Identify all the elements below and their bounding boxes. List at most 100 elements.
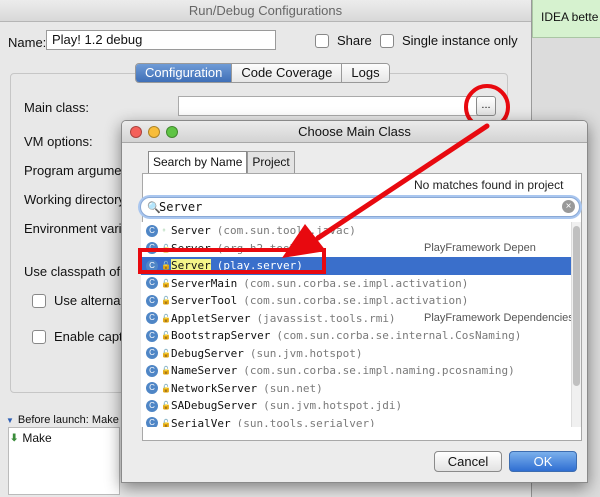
public-icon: 🔓 [161, 401, 171, 411]
use-alternative-jre-option[interactable]: Use alternativ [32, 293, 133, 308]
class-package: (sun.jvm.hotspot) [249, 346, 363, 360]
single-instance-checkbox[interactable] [380, 33, 394, 48]
public-icon: 🔓 [161, 418, 171, 427]
list-item[interactable]: C 🔓 NameServer (com.sun.corba.se.impl.namin… [141, 362, 571, 380]
share-label: Share [337, 33, 372, 48]
class-name: ServerMain [171, 276, 238, 290]
scrollbar-thumb[interactable] [573, 226, 580, 386]
clear-icon[interactable]: × [562, 200, 575, 213]
tab-logs[interactable]: Logs [341, 64, 389, 82]
public-icon: 🔓 [161, 348, 171, 358]
list-item[interactable]: C 🔓 ServerTool (com.sun.corba.se.impl.activ… [141, 292, 571, 310]
list-item[interactable]: C ◦ Server (com.sun.tools.javac) [141, 222, 571, 240]
use-classpath-label: Use classpath of [24, 264, 121, 279]
status-text: No matches found in project [414, 178, 564, 192]
environment-variables-label: Environment varia [24, 221, 129, 236]
list-item[interactable]: C 🔓 BootstrapServer (com.sun.corba.se.inter… [141, 327, 571, 345]
program-arguments-label: Program argumen [24, 163, 129, 178]
before-launch-header[interactable]: ▼ Before launch: Make [6, 414, 119, 426]
single-instance-label: Single instance only [402, 33, 518, 48]
choose-main-class-dialog: Choose Main Class Search by Name Project… [121, 120, 588, 483]
tooltip-snippet: IDEA bette [532, 0, 600, 38]
ok-button[interactable]: OK [509, 451, 577, 472]
window-title: Run/Debug Configurations [0, 0, 531, 22]
class-package: (sun.jvm.hotspot.jdi) [263, 399, 403, 413]
make-label: Make [22, 431, 52, 445]
minimize-window-icon[interactable] [148, 126, 160, 138]
class-name: SADebugServer [171, 399, 258, 413]
public-icon: 🔓 [161, 278, 171, 288]
public-icon: 🔓 [161, 296, 171, 306]
public-icon: 🔓 [161, 313, 171, 323]
class-package: (com.sun.corba.se.impl.activation) [243, 276, 469, 290]
sort-icon: ⬇ [10, 432, 19, 444]
scrollbar[interactable] [571, 222, 581, 427]
class-package: (sun.net) [263, 381, 323, 395]
enable-capture-option[interactable]: Enable captur [32, 329, 134, 344]
tab-project[interactable]: Project [247, 151, 295, 173]
class-name: NetworkServer [171, 381, 258, 395]
class-icon: C [146, 312, 158, 325]
main-class-label: Main class: [24, 100, 90, 115]
search-input[interactable]: 🔍 Server × [140, 197, 580, 217]
list-item[interactable]: C 🔓 DebugServer (sun.jvm.hotspot) [141, 345, 571, 363]
tab-code-coverage[interactable]: Code Coverage [231, 64, 342, 82]
package-private-icon: ◦ [161, 226, 167, 236]
library-name: PlayFramework Depen [424, 242, 536, 255]
close-window-icon[interactable] [130, 126, 142, 138]
public-icon: 🔓 [161, 366, 171, 376]
working-directory-label: Working directory [24, 192, 125, 207]
use-alternative-checkbox[interactable] [32, 293, 46, 308]
annotation-highlight-box [138, 248, 326, 274]
library-name: PlayFramework Dependencies [424, 312, 571, 325]
cancel-button[interactable]: Cancel [434, 451, 502, 472]
class-icon: C [146, 277, 158, 290]
class-package: (javassist.tools.rmi) [256, 311, 396, 325]
config-tabs: Configuration Code Coverage Logs [135, 63, 390, 83]
class-icon: C [146, 224, 158, 237]
class-icon: C [146, 399, 158, 412]
class-icon: C [146, 347, 158, 360]
class-icon: C [146, 417, 158, 427]
triangle-down-icon: ▼ [6, 415, 14, 425]
public-icon: 🔓 [161, 383, 171, 393]
list-item[interactable]: C 🔓 ServerMain (com.sun.corba.se.impl.activ… [141, 275, 571, 293]
class-icon: C [146, 382, 158, 395]
share-option[interactable]: Share [315, 33, 372, 48]
make-task[interactable]: ⬇ Make [10, 431, 52, 445]
enable-capture-checkbox[interactable] [32, 329, 46, 344]
class-name: DebugServer [171, 346, 244, 360]
list-item[interactable]: C 🔓 SADebugServer (sun.jvm.hotspot.jdi) [141, 397, 571, 415]
class-icon: C [146, 364, 158, 377]
class-name: BootstrapServer [171, 329, 271, 343]
maximize-window-icon[interactable] [166, 126, 178, 138]
class-package: (sun.tools.serialver) [236, 416, 376, 427]
name-input[interactable]: Play! 1.2 debug [46, 30, 276, 50]
class-package: (com.sun.corba.se.internal.CosNaming) [276, 329, 522, 343]
class-name: AppletServer [171, 311, 251, 325]
class-package: (com.sun.corba.se.impl.naming.pcosnaming… [243, 364, 515, 378]
list-item[interactable]: C 🔓 NetworkServer (sun.net) [141, 380, 571, 398]
class-icon: C [146, 329, 158, 342]
vm-options-label: VM options: [24, 134, 93, 149]
main-class-input[interactable] [178, 96, 478, 116]
tab-configuration[interactable]: Configuration [136, 64, 232, 82]
list-item[interactable]: C 🔓 AppletServer (javassist.tools.rmi) PlayF… [141, 310, 571, 328]
list-item[interactable]: C 🔓 SerialVer (sun.tools.serialver) [141, 415, 571, 427]
class-icon: C [146, 294, 158, 307]
public-icon: 🔓 [161, 331, 171, 341]
class-name: NameServer [171, 364, 238, 378]
dialog-title: Choose Main Class [298, 124, 411, 139]
search-value: Server [159, 200, 203, 214]
class-package: (com.sun.tools.javac) [216, 224, 356, 238]
class-name: ServerTool [171, 294, 238, 308]
class-package: (com.sun.corba.se.impl.activation) [243, 294, 469, 308]
dialog-tabs: Search by Name Project [148, 151, 295, 173]
single-instance-option[interactable]: Single instance only [380, 33, 518, 48]
dialog-title-bar: Choose Main Class [122, 121, 587, 143]
class-name: SerialVer [171, 416, 231, 427]
tab-search-by-name[interactable]: Search by Name [148, 151, 248, 173]
class-name: Server [171, 224, 211, 238]
share-checkbox[interactable] [315, 33, 329, 48]
before-launch-label: Before launch: Make [17, 414, 119, 426]
